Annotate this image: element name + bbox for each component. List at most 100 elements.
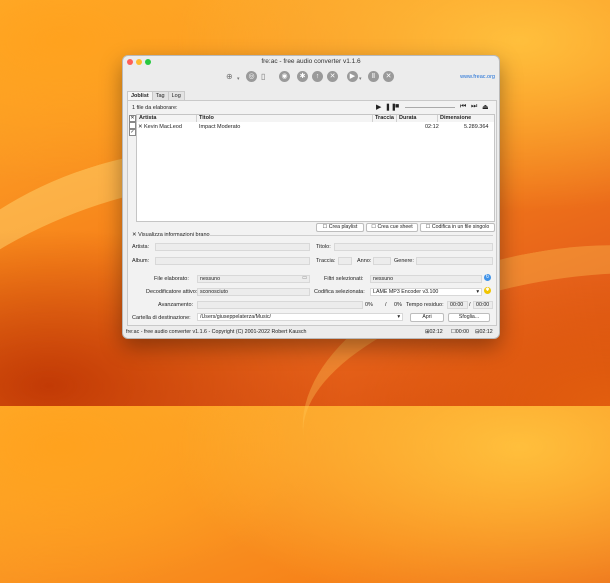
destination-field[interactable]: /Users/giuseppelaterza/Music/ ▾ (197, 313, 403, 321)
filters-config-icon[interactable]: ↻ (484, 274, 491, 281)
cell-title: Impact Moderato (199, 124, 241, 130)
total-time-value: 02:12 (479, 329, 493, 335)
browse-button[interactable]: Sfoglia... (448, 313, 490, 322)
file-value: nessuno (200, 276, 221, 282)
progress-percent: 0% (365, 302, 373, 308)
filters-value: nessuno (373, 276, 394, 282)
time-value: 00:00 (450, 302, 464, 308)
cddb-submit-icon[interactable]: ✱ (297, 71, 308, 82)
window-title: fre:ac - free audio converter v1.1.6 (261, 58, 361, 65)
year-field[interactable] (373, 257, 391, 265)
eject-icon[interactable]: ⏏ (482, 103, 489, 111)
track-field[interactable] (338, 257, 352, 265)
play-icon[interactable]: ▶ (376, 103, 381, 111)
create-playlist-checkbox[interactable]: ☐ Crea playlist (316, 223, 364, 232)
next-track-icon[interactable]: ⏭ (471, 103, 477, 111)
album-field[interactable] (155, 257, 310, 265)
toggle-selection-checkbox[interactable]: ✓ (129, 129, 136, 136)
create-playlist-label: Crea playlist (328, 224, 358, 230)
total-time: ⊟02:12 (475, 329, 493, 335)
divider (210, 235, 493, 236)
cddb-query-icon[interactable]: ↑ (312, 71, 323, 82)
unselected-time-value: 00:00 (455, 329, 470, 335)
track-label: Traccia: (316, 258, 336, 264)
encoder-label: Codifica selezionata: (314, 289, 365, 295)
row-checkbox[interactable]: ✕ (138, 124, 143, 130)
encoder-select[interactable]: LAME MP3 Encoder v3.100 ▾ (370, 288, 482, 296)
decoder-label: Decodificatore attivo: (146, 289, 198, 295)
chevron-down-icon: ▾ (476, 289, 479, 295)
add-files-icon[interactable]: ⊕ (226, 72, 233, 82)
decoder-value: sconosciuto (200, 289, 228, 295)
progress-bar (197, 301, 363, 309)
time-separator: / (469, 302, 471, 308)
artist-field[interactable] (155, 243, 310, 251)
column-header-artist[interactable]: Artista (137, 115, 197, 122)
progress-label: Avanzamento: (158, 302, 194, 308)
zoom-window-button[interactable] (145, 59, 151, 65)
close-window-button[interactable] (127, 59, 133, 65)
toolbar: ⊕ ▾ ◎ ▯ ◉ ✱ ↑ ✕ ▶ ▾ Ⅱ ✕ www.freac.org (123, 68, 499, 86)
encoder-value: LAME MP3 Encoder v3.100 (373, 289, 439, 295)
column-header-duration[interactable]: Durata (397, 115, 438, 122)
selected-time-value: 02:12 (429, 329, 443, 335)
app-window: fre:ac - free audio converter v1.1.6 ⊕ ▾… (122, 55, 500, 339)
status-bar: fre:ac - free audio converter v1.1.6 - C… (123, 326, 499, 338)
chevron-down-icon[interactable]: ▾ (359, 74, 362, 84)
title-label: Titolo: (316, 244, 331, 250)
filters-field: nessuno (370, 275, 482, 283)
total-time-field: 00:00 (473, 301, 493, 309)
stop-icon[interactable]: ■ (395, 103, 399, 110)
cd-icon: ▭ (302, 275, 308, 281)
file-field: nessuno (197, 275, 310, 283)
filters-label: Filtri selezionati: (324, 276, 364, 282)
joblist-table[interactable]: Artista Titolo Traccia Durata Dimensione… (136, 114, 495, 222)
select-all-checkbox[interactable]: ✕ (129, 115, 136, 122)
cell-duration: 02:12 (425, 124, 439, 130)
decoder-field: sconosciuto (197, 288, 310, 296)
open-button[interactable]: Apri (410, 313, 444, 322)
pause-icon[interactable]: Ⅱ (368, 71, 379, 82)
encoder-config-icon[interactable]: ✱ (484, 287, 491, 294)
progress-separator: / (385, 302, 387, 308)
create-cue-label: Crea cue sheet (377, 224, 413, 230)
show-info-checkbox[interactable]: ✕ Visualizza informazioni brano (132, 232, 210, 238)
tab-bar: Joblist Tag Log (127, 91, 185, 101)
total-time-value: 00:00 (476, 302, 490, 308)
column-header-size[interactable]: Dimensione (438, 115, 494, 122)
destination-label: Cartella di destinazione: (132, 315, 191, 321)
title-field[interactable] (334, 243, 493, 251)
website-link[interactable]: www.freac.org (460, 74, 495, 80)
selected-time: ⊞02:12 (425, 329, 443, 335)
chevron-down-icon[interactable]: ▾ (237, 74, 240, 84)
seek-slider[interactable] (405, 107, 455, 108)
stop-icon[interactable]: ✕ (383, 71, 394, 82)
cell-size: 5.289.364 (464, 124, 489, 130)
minimize-window-button[interactable] (136, 59, 142, 65)
column-header-track[interactable]: Traccia (373, 115, 397, 122)
destination-value: /Users/giuseppelaterza/Music/ (200, 314, 271, 320)
time-label: Tempo residuo: (406, 302, 444, 308)
file-count-label: 1 file da elaborare: (132, 105, 178, 111)
time-field: 00:00 (447, 301, 468, 309)
remove-icon[interactable]: ▯ (261, 72, 265, 82)
progress-percent-total: 0% (394, 302, 402, 308)
play-icon[interactable]: ▶ (347, 71, 358, 82)
artist-label: Artista: (132, 244, 150, 250)
genre-select[interactable] (416, 257, 493, 265)
year-label: Anno: (357, 258, 372, 264)
add-folder-icon[interactable]: ◎ (246, 71, 257, 82)
title-bar: fre:ac - free audio converter v1.1.6 (123, 56, 499, 68)
chevron-down-icon: ▾ (397, 314, 400, 320)
previous-track-icon[interactable]: ⏮ (460, 103, 466, 111)
column-header-title[interactable]: Titolo (197, 115, 373, 122)
create-cue-checkbox[interactable]: ☐ Crea cue sheet (366, 223, 418, 232)
show-info-label: Visualizza informazioni brano (138, 232, 210, 238)
single-file-label: Codifica in un file singolo (431, 224, 490, 230)
select-none-checkbox[interactable] (129, 122, 136, 129)
single-file-checkbox[interactable]: ☐ Codifica in un file singolo (420, 223, 495, 232)
joblist-panel: 1 file da elaborare: ▶ ❚❚ ■ ⏮ ⏭ ⏏ ✕ ✓ Ar… (127, 100, 497, 326)
status-text: fre:ac - free audio converter v1.1.6 - C… (126, 329, 307, 335)
cddb-icon[interactable]: ◉ (279, 71, 290, 82)
configure-icon[interactable]: ✕ (327, 71, 338, 82)
